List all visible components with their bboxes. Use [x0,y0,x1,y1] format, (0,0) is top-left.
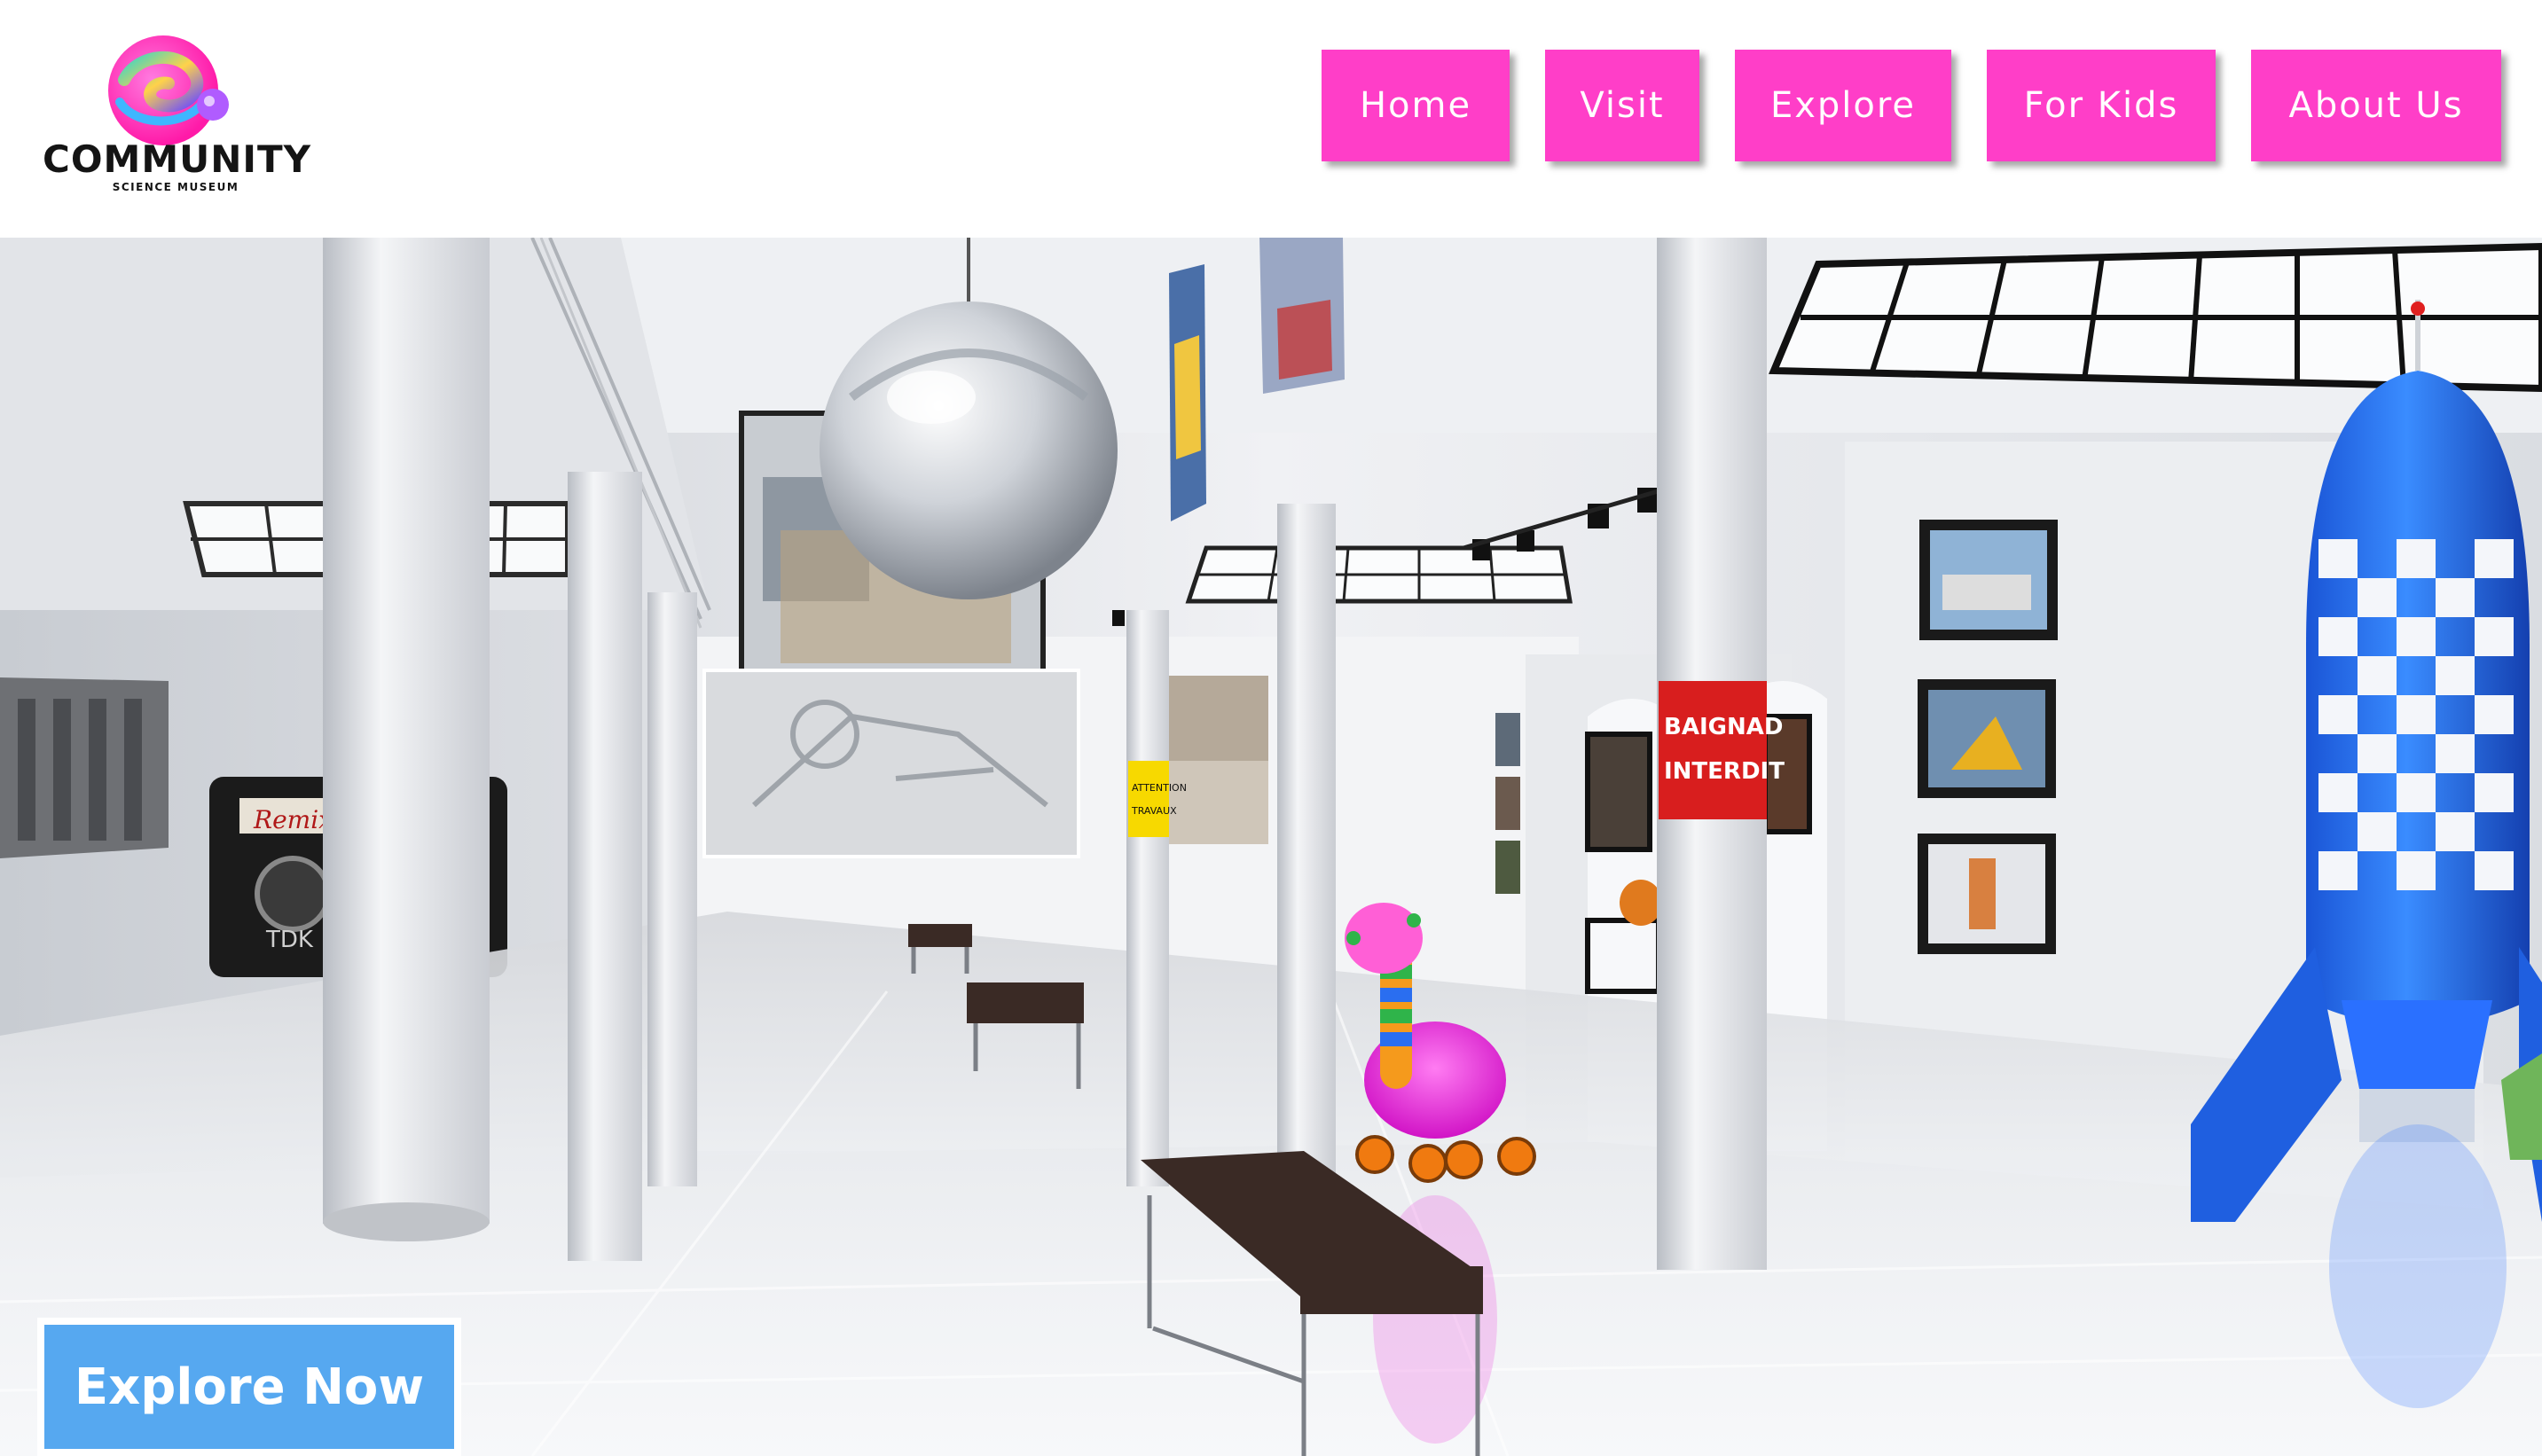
caution-sign-line2: TRAVAUX [1131,805,1177,817]
site-logo[interactable]: COMMUNITY SCIENCE MUSEUM [43,27,312,200]
nav-for-kids-button[interactable]: For Kids [1987,50,2216,161]
cassette-brand: TDK [265,927,314,953]
cassette-label: Remix [253,805,333,834]
explore-now-button[interactable]: Explore Now [44,1325,454,1449]
nav-explore-button[interactable]: Explore [1735,50,1951,161]
caution-sign-line1: ATTENTION [1132,782,1187,794]
pillar-sign-line1: BAIGNAD [1664,714,1783,740]
brand-tagline: SCIENCE MUSEUM [112,181,239,193]
brand-name: COMMUNITY [43,137,312,181]
nav-home-button[interactable]: Home [1322,50,1510,161]
nav-visit-button[interactable]: Visit [1545,50,1699,161]
gallery-scene: Remix TDK ATTENTION TRAVAUX BAIGNAD INTE… [0,238,2542,1456]
nav-about-us-button[interactable]: About Us [2251,50,2501,161]
pillar-sign-line2: INTERDIT [1664,758,1785,785]
site-header: COMMUNITY SCIENCE MUSEUM Home Visit Expl… [0,0,2542,238]
hero-gallery-image: Remix TDK ATTENTION TRAVAUX BAIGNAD INTE… [0,238,2542,1456]
